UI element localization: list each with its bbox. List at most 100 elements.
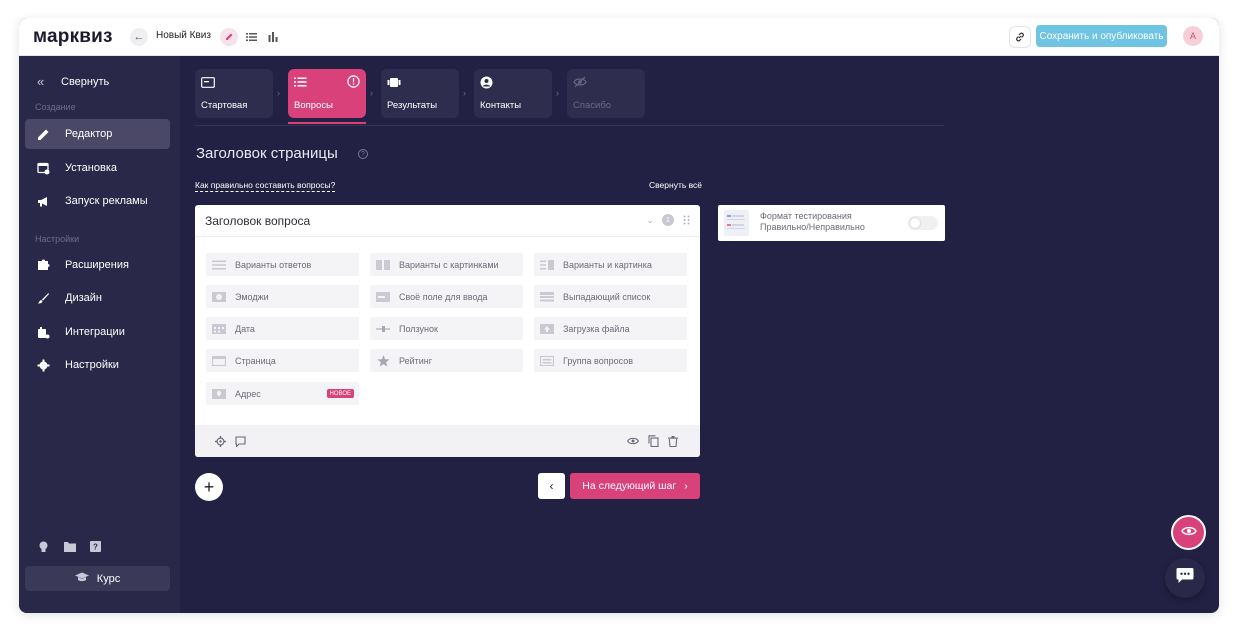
preview-button[interactable] [1171, 515, 1206, 550]
gear-icon[interactable] [214, 435, 226, 447]
option-dropdown[interactable]: Выпадающий список [534, 285, 687, 308]
sidebar-item-ads[interactable]: Запуск рекламы [25, 186, 170, 216]
install-icon [36, 161, 51, 176]
publish-button[interactable]: Сохранить и опубликовать [1036, 25, 1167, 47]
tab-label: Результаты [387, 100, 438, 111]
divider [195, 125, 944, 126]
group-icon [539, 355, 555, 367]
option-label: Страница [235, 355, 276, 366]
sidebar-item-design[interactable]: Дизайн [25, 283, 170, 313]
option-label: Варианты с картинками [399, 259, 499, 270]
option-date[interactable]: Дата [206, 317, 359, 340]
sidebar-item-editor[interactable]: Редактор [25, 119, 170, 149]
folder-icon[interactable] [63, 540, 76, 553]
chevron-right-icon: › [370, 88, 373, 98]
list-icon[interactable] [243, 29, 259, 45]
help-icon[interactable]: ? [358, 149, 368, 159]
course-button[interactable]: Курс [25, 566, 170, 591]
option-address[interactable]: Адрес НОВОЕ [206, 382, 359, 405]
list-image-icon [539, 259, 555, 271]
option-emoji[interactable]: Эмоджи [206, 285, 359, 308]
help-icon[interactable]: ? [89, 540, 102, 553]
tab-questions[interactable]: Вопросы [288, 69, 366, 118]
chevron-left-icon: ‹ [549, 479, 554, 493]
collapse-all-button[interactable]: Свернуть всё [649, 180, 702, 190]
eye-icon [1180, 524, 1197, 542]
tab-label: Спасибо [573, 100, 612, 111]
format-toggle[interactable] [908, 216, 938, 230]
option-label: Адрес [235, 388, 261, 399]
question-header-icons: ⌄ 1 [644, 214, 692, 226]
sidebar-collapse[interactable]: « Свернуть [37, 74, 109, 89]
dropdown-icon [539, 291, 555, 303]
tab-results[interactable]: Результаты [381, 69, 459, 118]
graduation-cap-icon [74, 572, 89, 585]
sidebar-item-label: Редактор [65, 128, 113, 140]
copy-icon[interactable] [647, 435, 659, 447]
option-label: Эмоджи [235, 291, 269, 302]
eye-settings-icon[interactable] [627, 435, 639, 447]
drag-handle-icon[interactable] [680, 214, 692, 226]
top-bar: марквиз ← Новый Квиз Сохранить и опублик… [19, 18, 1219, 56]
option-rating[interactable]: Рейтинг [370, 349, 523, 372]
lightbulb-icon[interactable] [37, 540, 50, 553]
app-window: марквиз ← Новый Квиз Сохранить и опублик… [19, 18, 1219, 613]
map-pin-icon [211, 388, 227, 400]
megaphone-icon [36, 194, 51, 209]
link-icon[interactable] [1009, 26, 1031, 48]
option-label: Варианты и картинка [563, 259, 652, 270]
avatar[interactable]: A [1183, 26, 1203, 46]
pencil-icon[interactable] [220, 28, 238, 46]
sidebar-item-label: Настройки [65, 359, 119, 371]
howto-link[interactable]: Как правильно составить вопросы? [195, 180, 336, 192]
option-variants-and-image[interactable]: Варианты и картинка [534, 253, 687, 276]
sidebar-item-integrations[interactable]: Интеграции [25, 317, 170, 347]
emoji-icon [211, 291, 227, 303]
active-tab-indicator [288, 122, 366, 124]
sidebar-item-label: Дизайн [65, 292, 102, 304]
brush-icon [36, 291, 51, 306]
trash-icon[interactable] [667, 435, 679, 447]
sidebar-item-label: Запуск рекламы [65, 195, 148, 207]
tab-contacts[interactable]: Контакты [474, 69, 552, 118]
chat-button[interactable] [1165, 558, 1205, 598]
option-file-upload[interactable]: Загрузка файла [534, 317, 687, 340]
prev-step-button[interactable]: ‹ [538, 473, 565, 499]
next-step-button[interactable]: На следующий шаг › [570, 473, 700, 499]
question-header: Заголовок вопроса ⌄ 1 [195, 205, 700, 237]
input-field-icon [375, 291, 391, 303]
chevron-down-icon[interactable]: ⌄ [644, 214, 656, 226]
tab-thanks[interactable]: Спасибо [567, 69, 645, 118]
format-line2: Правильно/Неправильно [760, 222, 865, 232]
add-question-button[interactable]: + [195, 473, 223, 501]
tab-start[interactable]: Стартовая [195, 69, 273, 118]
option-label: Загрузка файла [563, 323, 630, 334]
section-create-label: Создание [35, 102, 76, 112]
option-question-group[interactable]: Группа вопросов [534, 349, 687, 372]
quiz-name[interactable]: Новый Квиз [156, 30, 211, 41]
image-grid-icon [375, 259, 391, 271]
tab-label: Вопросы [294, 100, 333, 111]
sidebar-item-settings[interactable]: Настройки [25, 350, 170, 380]
option-answer-variants[interactable]: Варианты ответов [206, 253, 359, 276]
option-label: Варианты ответов [235, 259, 312, 270]
double-chevron-left-icon: « [37, 74, 45, 89]
integration-icon [36, 325, 51, 340]
bar-chart-icon[interactable] [265, 29, 281, 45]
new-badge: НОВОЕ [326, 389, 354, 398]
option-custom-field[interactable]: Своё поле для ввода [370, 285, 523, 308]
sidebar-item-extensions[interactable]: Расширения [25, 250, 170, 280]
calendar-icon [211, 323, 227, 335]
chevron-right-icon: › [277, 88, 280, 98]
option-image-variants[interactable]: Варианты с картинками [370, 253, 523, 276]
option-page[interactable]: Страница [206, 349, 359, 372]
question-title[interactable]: Заголовок вопроса [205, 214, 310, 228]
option-slider[interactable]: Ползунок [370, 317, 523, 340]
chevron-right-icon: › [556, 88, 559, 98]
sidebar-item-install[interactable]: Установка [25, 153, 170, 183]
sidebar-item-label: Расширения [65, 259, 129, 271]
comment-icon[interactable] [234, 435, 246, 447]
back-button[interactable]: ← [130, 28, 148, 46]
page-title[interactable]: Заголовок страницы [196, 145, 338, 162]
warning-icon [347, 75, 360, 93]
